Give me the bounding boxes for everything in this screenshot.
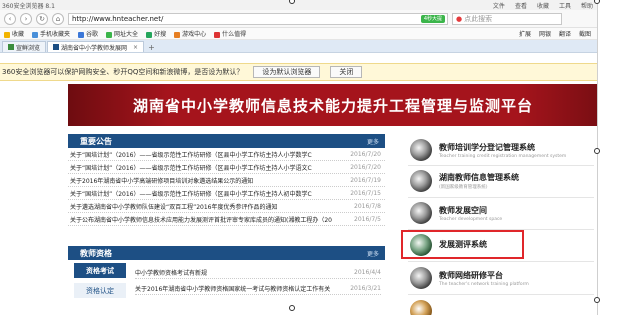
address-bar[interactable]: http://www.hnteacher.net/ 4秒大提 <box>68 12 448 25</box>
bookmark-sites[interactable]: 网址大全 <box>106 29 138 38</box>
search-engine-icon: ● <box>456 14 463 23</box>
tab-strip: 宣鲜浏览 湖南省中小学教师发展网 × + <box>0 40 597 53</box>
extensions-button[interactable]: 扩展 <box>519 29 531 38</box>
back-icon[interactable]: ‹ <box>4 12 16 25</box>
refresh-icon[interactable]: ↻ <box>36 12 48 25</box>
bookmark-games[interactable]: 游戏中心 <box>174 29 206 38</box>
list-item[interactable]: 关于“国培计划”（2016）——省级示范性工作坊研修（区县中小学工作坊主持人初中… <box>68 187 385 200</box>
close-notification-button[interactable]: 关闭 <box>330 66 363 78</box>
highlight-box <box>401 230 524 259</box>
resize-handle[interactable] <box>289 305 295 311</box>
list-item[interactable]: 关于2016年湖南省中小学高端研修项目培训对象遴选结果公示的通知 2016/7/1… <box>68 174 385 187</box>
phone-icon <box>32 31 39 38</box>
bookmark-favorites[interactable]: 收藏 <box>4 29 24 38</box>
system-link-dev-space[interactable]: 教师发展空间 Teacher development space <box>410 198 597 228</box>
tab-favicon-icon <box>8 44 14 50</box>
menu-bar: 文件 查看 收藏 工具 帮助 <box>493 1 597 10</box>
tab-favicon-icon <box>53 44 60 50</box>
menu-view[interactable]: 查看 <box>515 1 527 10</box>
tab-certification[interactable]: 资格认定 <box>74 283 126 298</box>
divider <box>408 261 594 262</box>
qualifications-title: 教师资格 <box>80 248 112 258</box>
menu-help[interactable]: 帮助 <box>581 1 593 10</box>
menu-tools[interactable]: 工具 <box>559 1 571 10</box>
list-item[interactable]: 中小学教师资格考试有新规 2016/4/4 <box>135 267 381 279</box>
system-link-partial[interactable] <box>410 296 597 315</box>
forward-icon[interactable]: › <box>20 12 32 25</box>
bookmarks-bar: 收藏 手机收藏夹 谷歌 网址大全 好搜 游戏中心 什么值得 扩展 网银 翻译 截… <box>0 28 597 40</box>
ebank-button[interactable]: 网银 <box>539 29 551 38</box>
system-logo-icon <box>410 202 432 224</box>
sites-icon <box>106 31 113 38</box>
address-row: ‹ › ↻ ⌂ http://www.hnteacher.net/ 4秒大提 ●… <box>0 10 597 28</box>
system-link-network-training[interactable]: 教师网络研修平台 The teacher's network training p… <box>410 263 597 293</box>
screenshot-button[interactable]: 截图 <box>579 29 591 38</box>
toolbar-right: 扩展 网银 翻译 截图 <box>519 29 597 38</box>
list-item[interactable]: 关于公布湖南省中小学教师信息技术应用能力发展测评首批评审专家库成员的通知(湘教工… <box>68 213 385 226</box>
list-item[interactable]: 关于“国培计划”（2016）——省级示范性工作坊研修（区县中小学工作坊主持人小学… <box>68 148 385 161</box>
announcements-header: 重要公告 更多 <box>68 134 385 148</box>
resize-handle[interactable] <box>594 148 600 154</box>
tab-exam[interactable]: 资格考试 <box>74 263 126 278</box>
tab-close-icon[interactable]: × <box>133 44 138 51</box>
resize-handle[interactable] <box>594 0 600 4</box>
bookmark-google[interactable]: 谷歌 <box>78 29 98 38</box>
announcements-title: 重要公告 <box>80 136 112 146</box>
haosou-icon <box>146 31 153 38</box>
google-icon <box>78 31 85 38</box>
tab-0[interactable]: 宣鲜浏览 <box>2 41 47 52</box>
resize-handle[interactable] <box>594 297 600 303</box>
default-browser-notification: 360安全浏览器可以保护网购安全、秒开QQ空间和新浪微博，是否设为默认？ 设为默… <box>0 63 597 81</box>
new-tab-icon[interactable]: + <box>148 43 155 52</box>
bookmark-smzdm[interactable]: 什么值得 <box>214 29 246 38</box>
set-default-button[interactable]: 设为默认浏览器 <box>253 66 321 78</box>
system-link-credit[interactable]: 教师培训学分登记管理系统 Teacher training credit regi… <box>410 135 597 165</box>
list-item[interactable]: 关于“国培计划”（2016）——省级示范性工作坊研修（区县中小学工作坊主持人小学… <box>68 161 385 174</box>
qualifications-header: 教师资格 更多 <box>68 246 385 260</box>
star-icon <box>4 31 10 38</box>
window-title: 360安全浏览器 8.1 <box>2 2 55 10</box>
title-bar: 360安全浏览器 8.1 文件 查看 收藏 工具 帮助 <box>0 0 597 10</box>
bookmark-haosou[interactable]: 好搜 <box>146 29 166 38</box>
site-banner: 湖南省中小学教师信息技术能力提升工程管理与监测平台 <box>68 84 597 126</box>
system-logo-icon <box>410 170 432 192</box>
notification-text: 360安全浏览器可以保护网购安全、秒开QQ空间和新浪微博，是否设为默认？ <box>2 68 244 76</box>
system-logo-icon <box>410 139 432 161</box>
qualifications-more-link[interactable]: 更多 <box>367 249 379 258</box>
bookmark-mobile[interactable]: 手机收藏夹 <box>32 29 70 38</box>
announcements-more-link[interactable]: 更多 <box>367 137 379 146</box>
menu-file[interactable]: 文件 <box>493 1 505 10</box>
home-icon[interactable]: ⌂ <box>52 12 64 25</box>
banner-title: 湖南省中小学教师信息技术能力提升工程管理与监测平台 <box>132 96 533 115</box>
url-text: http://www.hnteacher.net/ <box>72 14 164 23</box>
browser-window: 360安全浏览器 8.1 文件 查看 收藏 工具 帮助 ‹ › ↻ ⌂ http… <box>0 0 598 315</box>
system-logo-icon <box>410 300 432 315</box>
tab-1[interactable]: 湖南省中小学教师发展网 × <box>47 41 145 52</box>
system-link-teacher-info[interactable]: 湖南教师信息管理系统 (新国家级教育管理系统) <box>410 166 597 196</box>
speed-badge[interactable]: 4秒大提 <box>420 14 445 23</box>
list-item[interactable]: 关于遴选湖南省中小学教师队伍建设“双百工程”2016年度优秀参评作品的通知 201… <box>68 200 385 213</box>
divider <box>408 294 594 295</box>
smzdm-icon <box>214 31 221 38</box>
search-input[interactable]: ● 点此搜索 <box>452 12 562 25</box>
announcements-list: 关于“国培计划”（2016）——省级示范性工作坊研修（区县中小学工作坊主持人小学… <box>68 148 385 226</box>
search-placeholder: 点此搜索 <box>464 14 493 23</box>
list-item[interactable]: 关于2016年湖南省中小学教师资格国家统一考试与教师资格认定工作有关 2016/3… <box>135 283 381 295</box>
translate-button[interactable]: 翻译 <box>559 29 571 38</box>
game-icon <box>174 31 181 38</box>
menu-favorites[interactable]: 收藏 <box>537 1 549 10</box>
system-logo-icon <box>410 267 432 289</box>
